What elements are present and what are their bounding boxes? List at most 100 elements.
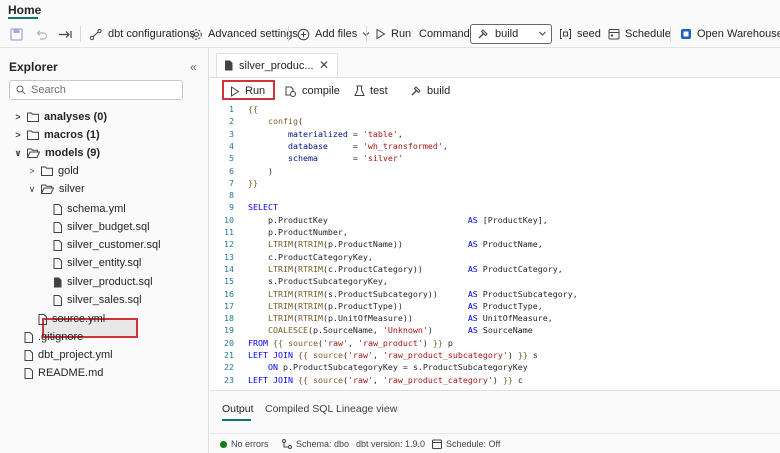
file-tab-bar: silver_produc... ✕ xyxy=(210,48,780,78)
code-text: database = 'wh_transformed', xyxy=(287,140,448,151)
test-button[interactable]: test xyxy=(354,82,388,100)
play-icon xyxy=(231,85,240,97)
tree-file-readme[interactable]: README.md xyxy=(24,364,103,382)
tree-item-label: gold xyxy=(58,165,79,177)
close-icon[interactable]: ✕ xyxy=(319,58,329,72)
beaker-icon xyxy=(354,85,365,96)
build-label: build xyxy=(427,85,451,97)
line-number: 10 xyxy=(224,214,234,225)
code-text: LTRIM(RTRIM(p.ProductName)) AS ProductNa… xyxy=(267,239,543,250)
line-number: 13 xyxy=(224,251,234,262)
status-dbt-version: dbt version: 1.9.0 xyxy=(356,439,426,449)
tree-item-label: macros (1) xyxy=(44,129,100,141)
add-files-button[interactable]: Add files xyxy=(297,20,370,48)
line-number: 23 xyxy=(224,374,234,385)
tree-item-label: silver xyxy=(59,183,85,195)
output-panel: Output Compiled SQL Lineage view xyxy=(210,390,780,433)
tab-output-underline xyxy=(222,419,251,421)
code-line: 11 p.ProductNumber, xyxy=(210,227,780,238)
tree-file-gitignore[interactable]: .gitignore xyxy=(24,328,83,346)
tab-lineage-view[interactable]: Lineage view xyxy=(336,403,397,415)
file-icon xyxy=(24,367,33,379)
code-text: c.ProductCategoryKey, xyxy=(248,251,373,262)
tree-item-label: schema.yml xyxy=(67,203,126,215)
line-number: 16 xyxy=(224,288,234,299)
collapse-panel-icon[interactable]: « xyxy=(190,60,197,74)
code-line: 3 materialized = 'table', xyxy=(210,129,780,140)
tree-file-dbt-project[interactable]: dbt_project.yml xyxy=(24,346,113,364)
go-to-icon[interactable] xyxy=(58,20,72,48)
run-button[interactable]: Run xyxy=(230,82,265,100)
search-input[interactable]: Search xyxy=(9,80,183,100)
tree-folder-analyses[interactable]: > analyses (0) xyxy=(14,108,107,126)
compile-label: compile xyxy=(302,85,340,97)
tree-item-label: silver_sales.sql xyxy=(67,294,142,306)
tab-compiled-sql[interactable]: Compiled SQL xyxy=(265,403,333,415)
build-button[interactable]: build xyxy=(410,82,450,100)
chevron-right-icon[interactable]: > xyxy=(14,112,22,122)
code-line: 22 ON p.ProductSubcategoryKey = s.Produc… xyxy=(210,362,780,373)
seed-button[interactable]: seed xyxy=(559,20,601,48)
file-tab-silver-product[interactable]: silver_produc... ✕ xyxy=(216,53,338,77)
tree-folder-models[interactable]: ∨ models (9) xyxy=(14,144,100,162)
tree-file-silver-entity[interactable]: silver_entity.sql xyxy=(53,254,141,272)
code-line: 2 config( xyxy=(210,116,780,127)
chevron-right-icon[interactable]: > xyxy=(14,130,22,140)
code-text: ) xyxy=(248,165,273,176)
schedule-button[interactable]: Schedule xyxy=(608,20,671,48)
tree-folder-gold[interactable]: > gold xyxy=(28,162,79,180)
command-select[interactable]: build xyxy=(470,24,552,44)
tree-file-silver-sales[interactable]: silver_sales.sql xyxy=(53,291,142,309)
code-text: s.ProductSubcategoryKey, xyxy=(248,276,388,287)
tree-file-silver-budget[interactable]: silver_budget.sql xyxy=(53,218,150,236)
run-toolbar-button[interactable]: Run xyxy=(375,20,411,48)
tree-file-source-yml[interactable]: source.yml xyxy=(38,310,105,328)
folder-open-icon xyxy=(27,148,40,158)
code-line: 5 schema = 'silver' xyxy=(210,153,780,164)
chevron-down-icon[interactable]: ∨ xyxy=(28,184,36,195)
tab-home[interactable]: Home xyxy=(8,3,41,17)
code-line: 10 p.ProductKey AS [ProductKey], xyxy=(210,215,780,226)
file-icon xyxy=(38,313,47,325)
tree-folder-silver[interactable]: ∨ silver xyxy=(28,180,85,198)
code-line: 4 database = 'wh_transformed', xyxy=(210,141,780,152)
run-label: Run xyxy=(245,85,266,97)
compile-icon xyxy=(285,86,296,97)
gear-icon xyxy=(191,28,202,40)
folder-open-icon xyxy=(41,184,54,194)
line-number: 14 xyxy=(224,263,234,274)
tree-item-label: silver_product.sql xyxy=(67,276,153,288)
status-schedule: Schedule: Off xyxy=(432,438,500,450)
code-text: LEFT JOIN {{ source('raw', 'raw_product_… xyxy=(248,374,523,385)
save-icon[interactable] xyxy=(10,20,23,48)
code-text: LEFT JOIN {{ source('raw', 'raw_product_… xyxy=(248,350,538,360)
dbt-configurations-button[interactable]: dbt configurations xyxy=(89,20,195,48)
tree-file-silver-customer[interactable]: silver_customer.sql xyxy=(53,236,161,254)
undo-icon[interactable] xyxy=(35,20,48,48)
code-line: 9 SELECT xyxy=(210,202,780,213)
code-editor[interactable]: 1{{2 config( 3 materialized = 'table', 4 d… xyxy=(210,103,780,390)
line-number: 21 xyxy=(224,350,234,360)
file-icon xyxy=(24,331,33,343)
open-warehouse-button[interactable]: Open Warehouse xyxy=(680,20,780,48)
line-number: 6 xyxy=(229,165,234,176)
tab-output[interactable]: Output xyxy=(222,403,254,415)
play-icon xyxy=(376,28,386,40)
compile-button[interactable]: compile xyxy=(284,82,340,100)
tree-file-silver-product[interactable]: silver_product.sql xyxy=(53,273,153,291)
folder-icon xyxy=(41,166,53,176)
tree-file-schema-yml[interactable]: schema.yml xyxy=(53,200,126,218)
explorer-panel: Explorer « Search > analyses (0) > macros (… xyxy=(0,48,209,453)
code-text: LTRIM(RTRIM(c.ProductCategory)) AS Produ… xyxy=(267,263,563,274)
chevron-down-icon[interactable]: ∨ xyxy=(14,148,22,159)
tree-folder-macros[interactable]: > macros (1) xyxy=(14,126,100,144)
code-line: 1 {{ xyxy=(210,104,780,115)
line-number: 12 xyxy=(224,239,234,250)
advanced-settings-label: Advanced settings xyxy=(208,28,298,40)
file-icon xyxy=(53,294,62,306)
chevron-right-icon[interactable]: > xyxy=(28,166,36,176)
advanced-settings-button[interactable]: Advanced settings xyxy=(190,20,298,48)
calendar-icon xyxy=(432,439,442,449)
tree-item-label: source.yml xyxy=(52,313,106,325)
code-text: LTRIM(RTRIM(p.ProductType)) AS ProductTy… xyxy=(267,300,543,311)
